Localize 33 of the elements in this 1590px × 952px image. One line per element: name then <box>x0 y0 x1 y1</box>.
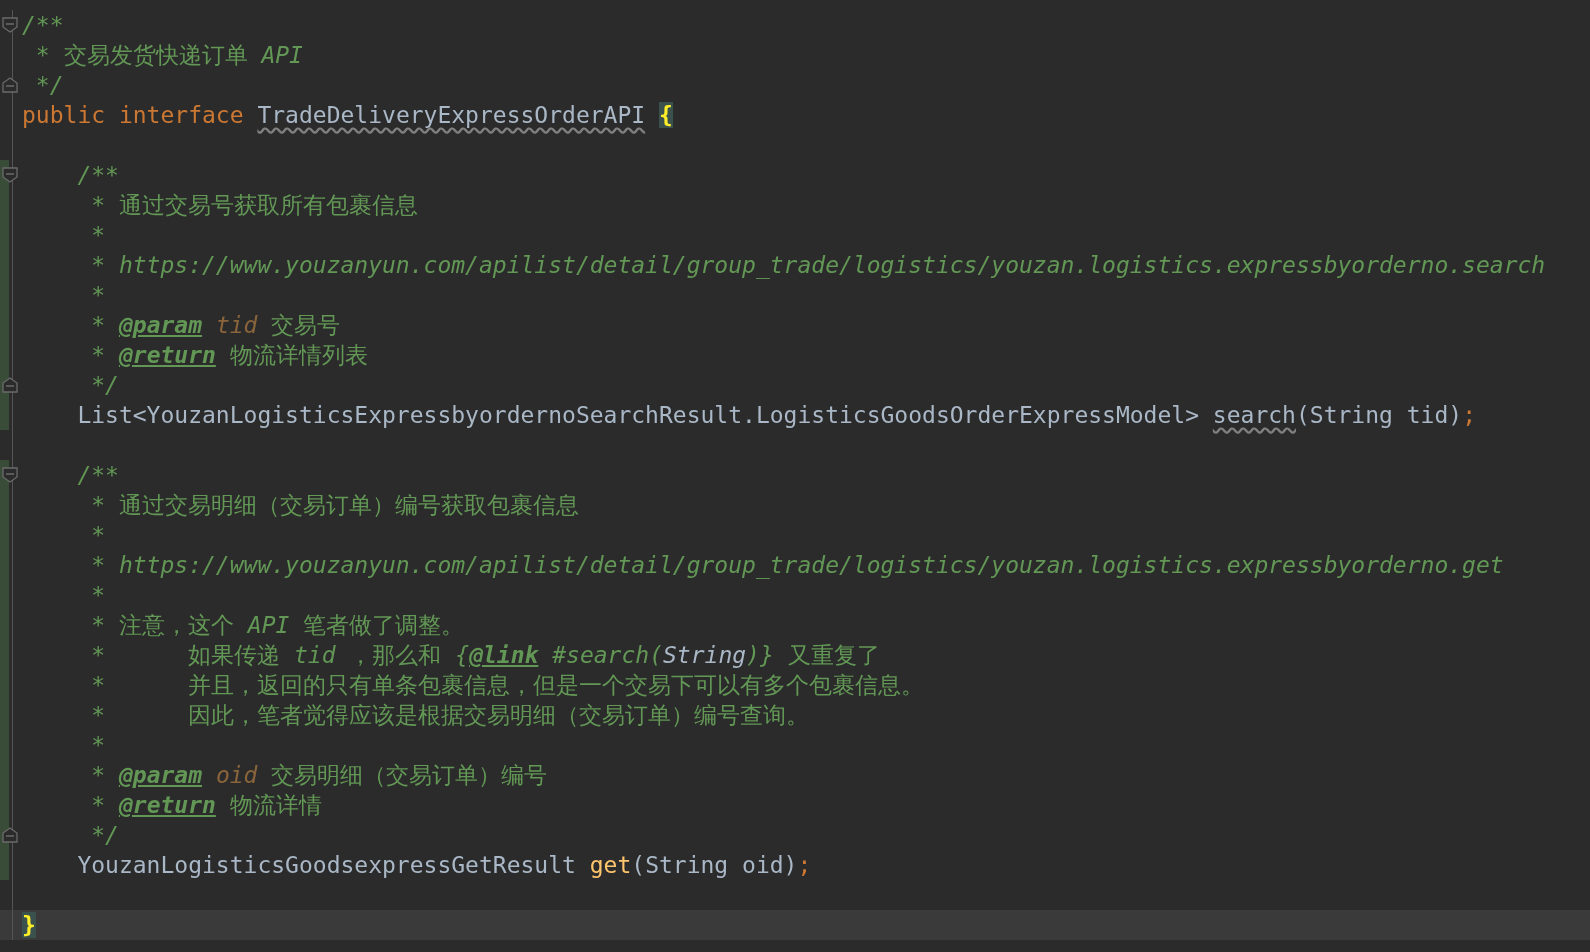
code-line: * <box>90 281 106 310</box>
code-line: * 如果传递 tid ，那么和 {@link #search(String)} 又重复了 <box>90 641 880 670</box>
code-line: * 注意，这个 API 笔者做了调整。 <box>90 611 465 640</box>
fold-icon[interactable] <box>2 17 18 33</box>
fold-icon[interactable] <box>2 167 18 183</box>
code-line: /** <box>76 461 119 490</box>
code-line: YouzanLogisticsGoodsexpressGetResult get(String oid); <box>76 851 812 880</box>
code-line: * <box>90 731 106 760</box>
code-line: * https://www.youzanyun.com/apilist/detail/group_trade/logistics/youzan.logistics.expressbyorderno.get <box>90 551 1504 580</box>
code-line: * @param oid 交易明细（交易订单）编号 <box>90 761 548 790</box>
code-line: * <box>90 581 106 610</box>
code-line: * 因此，笔者觉得应该是根据交易明细（交易订单）编号查询。 <box>90 701 810 730</box>
code-line: /** <box>76 161 119 190</box>
code-line: * 通过交易明细（交易订单）编号获取包裹信息 <box>90 491 579 520</box>
fold-icon[interactable] <box>2 77 18 93</box>
code-line: /** <box>21 11 64 40</box>
code-line: public interface TradeDeliveryExpressOrderAPI { <box>21 101 673 130</box>
code-line: */ <box>90 371 119 400</box>
fold-icon[interactable] <box>2 467 18 483</box>
code-line: * 交易发货快递订单 API <box>34 41 303 70</box>
code-line: */ <box>90 821 119 850</box>
fold-icon[interactable] <box>2 827 18 843</box>
code-line: */ <box>34 71 64 100</box>
code-line: * <box>90 521 106 550</box>
code-line: * @param tid 交易号 <box>90 311 341 340</box>
code-line: * <box>90 221 106 250</box>
code-line: * @return 物流详情 <box>90 791 322 820</box>
fold-icon[interactable] <box>2 377 18 393</box>
code-line: * @return 物流详情列表 <box>90 341 368 370</box>
code-line: * 通过交易号获取所有包裹信息 <box>90 191 418 220</box>
code-line: List<YouzanLogisticsExpressbyordernoSearchResult.LogisticsGoodsOrderExpressModel> search(String tid); <box>76 401 1476 430</box>
code-line: * 并且，返回的只有单条包裹信息，但是一个交易下可以有多个包裹信息。 <box>90 671 925 700</box>
code-line: * https://www.youzanyun.com/apilist/detail/group_trade/logistics/youzan.logistics.expressbyorderno.search <box>90 251 1546 280</box>
